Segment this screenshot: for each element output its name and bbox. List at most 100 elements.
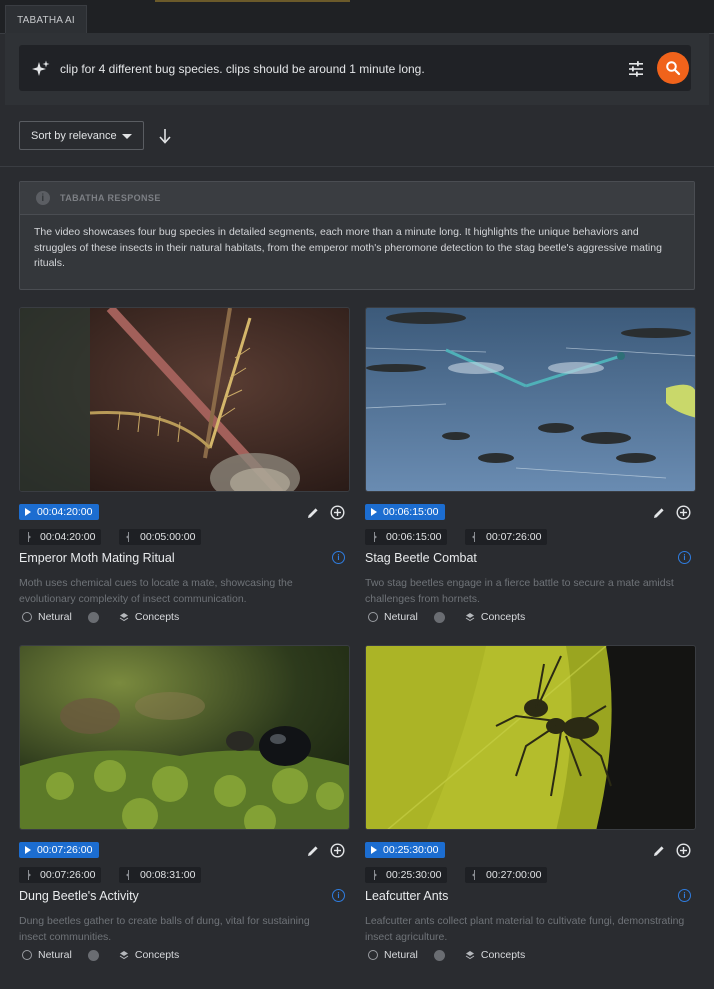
play-timecode-button[interactable]: 00:06:15:00 [365, 504, 446, 520]
clip-thumbnail[interactable] [365, 645, 696, 830]
concepts-tag: Concepts [480, 949, 526, 961]
clip-tags: Netural Concepts [368, 949, 525, 961]
out-marker-icon [472, 532, 475, 542]
in-timecode: 00:25:30:00 [386, 869, 442, 881]
clip-title[interactable]: Emperor Moth Mating Ritual [19, 551, 175, 565]
out-timecode: 00:07:26:00 [486, 531, 542, 543]
play-timecode-button[interactable]: 00:25:30:00 [365, 842, 446, 858]
clip-title[interactable]: Dung Beetle's Activity [19, 889, 139, 903]
sort-toolbar: Sort by relevance [0, 106, 714, 167]
out-marker-icon [126, 870, 129, 880]
layers-icon [119, 613, 129, 622]
emotion-tag: Netural [384, 949, 418, 961]
response-text: The video showcases four bug species in … [34, 226, 662, 269]
clip-title[interactable]: Leafcutter Ants [365, 889, 448, 903]
edit-icon[interactable] [306, 844, 320, 858]
emotion-icon [22, 950, 32, 960]
in-point: 00:07:26:00 [19, 867, 102, 883]
response-header: i TABATHA RESPONSE [20, 182, 694, 215]
in-point: 00:25:30:00 [365, 867, 448, 883]
emotion-tag: Netural [38, 949, 72, 961]
out-timecode: 00:27:00:00 [486, 869, 542, 881]
check-icon [433, 949, 445, 961]
check-icon [433, 611, 445, 623]
response-heading: TABATHA RESPONSE [60, 193, 161, 203]
timecode: 00:06:15:00 [383, 506, 439, 518]
timecode: 00:04:20:00 [37, 506, 93, 518]
out-point: 00:05:00:00 [119, 529, 202, 545]
in-timecode: 00:04:20:00 [40, 531, 96, 543]
out-point: 00:27:00:00 [465, 867, 548, 883]
add-icon[interactable] [676, 505, 691, 520]
out-point: 00:08:31:00 [119, 867, 202, 883]
info-icon[interactable]: i [678, 889, 691, 902]
info-icon[interactable]: i [678, 551, 691, 564]
emotion-icon [368, 950, 378, 960]
play-timecode-button[interactable]: 00:04:20:00 [19, 504, 100, 520]
check-icon [87, 611, 99, 623]
clip-thumbnail[interactable] [365, 307, 696, 492]
top-bar: TABATHA AI [0, 0, 714, 34]
emotion-icon [22, 612, 32, 622]
timecode: 00:07:26:00 [37, 844, 93, 856]
in-marker-icon [28, 532, 31, 542]
info-icon[interactable]: i [332, 889, 345, 902]
out-marker-icon [126, 532, 129, 542]
chevron-down-icon [122, 134, 132, 139]
edit-icon[interactable] [652, 844, 666, 858]
out-marker-icon [472, 870, 475, 880]
search-button[interactable] [657, 52, 689, 84]
search-icon [666, 61, 681, 76]
emotion-icon [368, 612, 378, 622]
play-icon [371, 508, 377, 516]
in-timecode: 00:07:26:00 [40, 869, 96, 881]
arrow-down-icon[interactable] [157, 127, 173, 145]
tabatha-response: i TABATHA RESPONSE The video showcases f… [19, 181, 695, 290]
top-accent [155, 0, 350, 2]
clip-thumbnail[interactable] [19, 645, 350, 830]
out-point: 00:07:26:00 [465, 529, 548, 545]
add-icon[interactable] [330, 843, 345, 858]
emotion-tag: Netural [38, 611, 72, 623]
clip-thumbnail[interactable] [19, 307, 350, 492]
in-marker-icon [374, 870, 377, 880]
info-icon[interactable]: i [332, 551, 345, 564]
in-timecode: 00:06:15:00 [386, 531, 442, 543]
play-timecode-button[interactable]: 00:07:26:00 [19, 842, 100, 858]
search-query: clip for 4 different bug species. clips … [60, 62, 425, 76]
timecode: 00:25:30:00 [383, 844, 439, 856]
sparkle-icon [32, 60, 50, 76]
sort-dropdown[interactable]: Sort by relevance [19, 121, 144, 150]
emotion-tag: Netural [384, 611, 418, 623]
layers-icon [119, 951, 129, 960]
clip-title[interactable]: Stag Beetle Combat [365, 551, 477, 565]
edit-icon[interactable] [652, 506, 666, 520]
edit-icon[interactable] [306, 506, 320, 520]
in-point: 00:06:15:00 [365, 529, 448, 545]
in-marker-icon [374, 532, 377, 542]
add-icon[interactable] [330, 505, 345, 520]
search-input[interactable]: clip for 4 different bug species. clips … [19, 45, 691, 91]
layers-icon [465, 951, 475, 960]
out-timecode: 00:05:00:00 [140, 531, 196, 543]
in-marker-icon [28, 870, 31, 880]
add-icon[interactable] [676, 843, 691, 858]
in-point: 00:04:20:00 [19, 529, 102, 545]
clip-description: Two stag beetles engage in a fierce batt… [365, 577, 674, 605]
search-panel: clip for 4 different bug species. clips … [5, 33, 709, 105]
sort-label: Sort by relevance [31, 129, 117, 142]
info-icon: i [36, 191, 50, 205]
clip-tags: Netural Concepts [368, 611, 525, 623]
check-icon [87, 949, 99, 961]
clip-tags: Netural Concepts [22, 949, 179, 961]
clip-tags: Netural Concepts [22, 611, 179, 623]
concepts-tag: Concepts [480, 611, 526, 623]
clip-description: Leafcutter ants collect plant material t… [365, 915, 685, 943]
out-timecode: 00:08:31:00 [140, 869, 196, 881]
tab-tabatha-ai[interactable]: TABATHA AI [5, 5, 87, 34]
sliders-icon[interactable] [627, 60, 645, 78]
layers-icon [465, 613, 475, 622]
concepts-tag: Concepts [134, 611, 180, 623]
play-icon [371, 846, 377, 854]
clip-description: Dung beetles gather to create balls of d… [19, 915, 310, 943]
